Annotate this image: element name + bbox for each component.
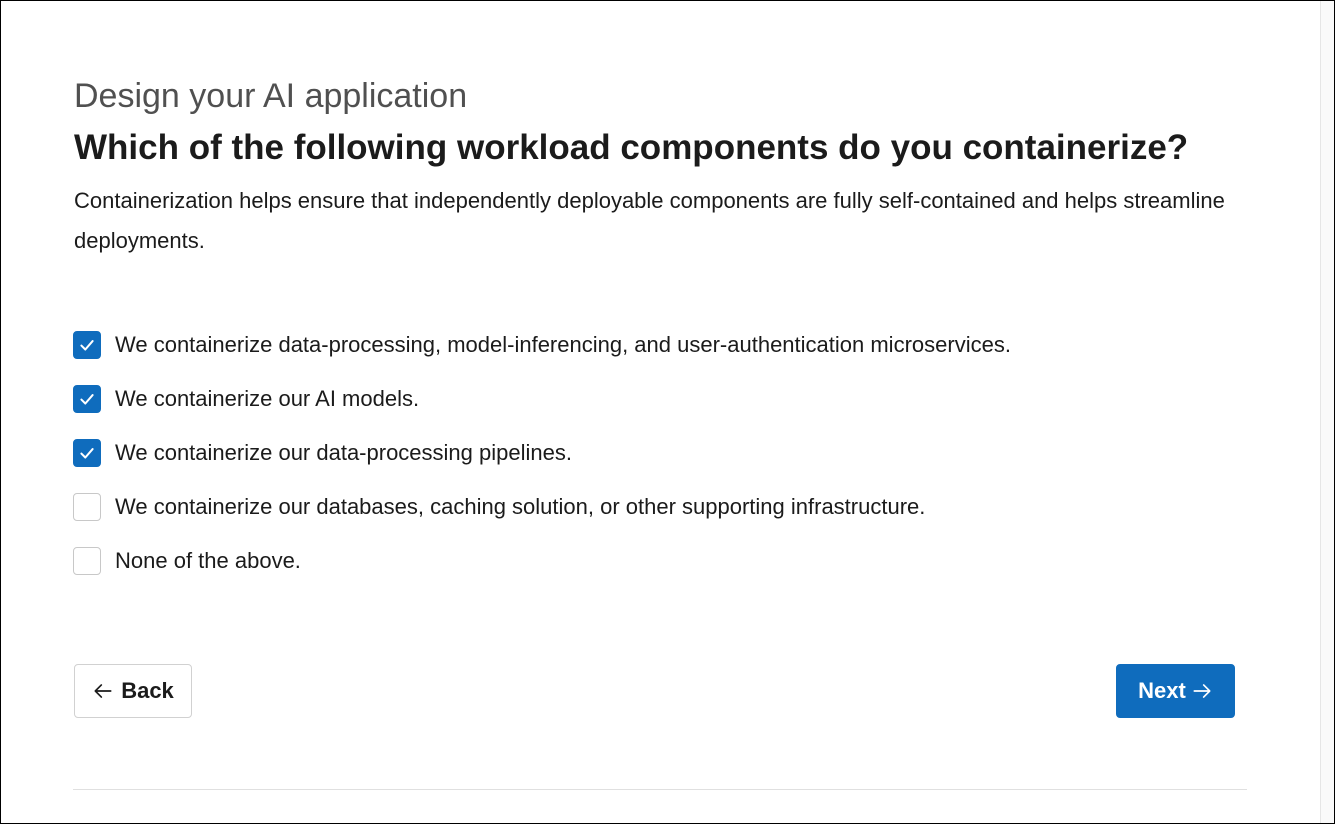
option-ai-models[interactable]: We containerize our AI models. [73, 381, 1247, 417]
section-eyebrow: Design your AI application [74, 77, 468, 115]
checkbox[interactable] [73, 493, 101, 521]
app-frame: Design your AI application Which of the … [0, 0, 1335, 824]
back-button[interactable]: Back [74, 664, 192, 718]
next-label: Next [1138, 678, 1186, 703]
checkbox[interactable] [73, 331, 101, 359]
question-description: Containerization helps ensure that indep… [74, 188, 1225, 253]
scrollbar[interactable] [1320, 1, 1334, 823]
divider [73, 789, 1247, 790]
option-label: None of the above. [115, 548, 301, 573]
arrow-left-icon [94, 684, 112, 698]
options-list: We containerize data-processing, model-i… [73, 327, 1247, 597]
question-title: Which of the following workload componen… [74, 128, 1189, 167]
checkmark-icon [80, 394, 94, 405]
option-infrastructure[interactable]: We containerize our databases, caching s… [73, 489, 1247, 525]
checkbox[interactable] [73, 385, 101, 413]
option-none[interactable]: None of the above. [73, 543, 1247, 579]
option-pipelines[interactable]: We containerize our data-processing pipe… [73, 435, 1247, 471]
checkmark-icon [80, 448, 94, 459]
checkmark-icon [80, 340, 94, 351]
checkbox[interactable] [73, 439, 101, 467]
next-button[interactable]: Next [1116, 664, 1235, 718]
back-label: Back [121, 678, 174, 703]
option-label: We containerize our AI models. [115, 386, 420, 411]
option-label: We containerize our databases, caching s… [115, 494, 926, 519]
option-label: We containerize our data-processing pipe… [115, 440, 572, 465]
option-microservices[interactable]: We containerize data-processing, model-i… [73, 327, 1247, 363]
checkbox[interactable] [73, 547, 101, 575]
arrow-right-icon [1193, 684, 1211, 698]
option-label: We containerize data-processing, model-i… [115, 332, 1011, 357]
